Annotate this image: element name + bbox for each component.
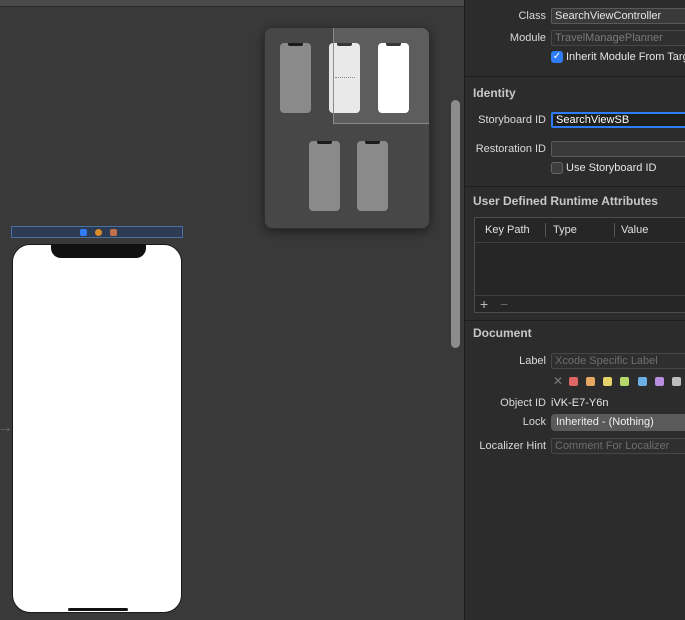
- module-row: Module TravelManagePlanner: [465, 30, 685, 48]
- doc-label-row: Label Xcode Specific Label: [465, 353, 685, 371]
- localizer-hint-label: Localizer Hint: [479, 440, 546, 452]
- localizer-hint-field[interactable]: Comment For Localizer: [551, 438, 685, 454]
- view-controller-scene[interactable]: [12, 244, 182, 613]
- use-storyboard-id-checkbox[interactable]: Use Storyboard ID: [551, 162, 656, 178]
- first-responder-icon[interactable]: [95, 229, 102, 236]
- view-controller-icon[interactable]: [80, 229, 87, 236]
- minimap-scene[interactable]: [280, 43, 311, 113]
- table-header: Key Path Type Value: [475, 218, 685, 243]
- localizer-hint-row: Localizer Hint Comment For Localizer: [465, 438, 685, 456]
- minimap-viewport[interactable]: [333, 28, 429, 124]
- minimap-scene[interactable]: [357, 141, 388, 211]
- restoration-id-field[interactable]: [551, 141, 685, 157]
- object-id-value: iVK-E7-Y6n: [551, 397, 609, 409]
- doc-label-field[interactable]: Xcode Specific Label: [551, 353, 685, 369]
- storyboard-id-label: Storyboard ID: [478, 114, 546, 126]
- section-divider: [465, 186, 685, 187]
- doc-label-label: Label: [519, 355, 546, 367]
- runtime-attributes-title: User Defined Runtime Attributes: [473, 194, 658, 208]
- restoration-id-row: Restoration ID: [465, 141, 685, 159]
- lock-row: Lock Inherited - (Nothing): [465, 414, 685, 432]
- use-storyboard-id-row: Use Storyboard ID: [465, 162, 685, 180]
- inherit-module-checkbox[interactable]: ✓ Inherit Module From Target: [551, 51, 685, 67]
- clear-label-icon[interactable]: ✕: [553, 374, 563, 388]
- object-id-label: Object ID: [500, 397, 546, 409]
- label-color-green[interactable]: [620, 377, 629, 386]
- device-notch: [51, 244, 146, 258]
- class-row: Class SearchViewController: [465, 8, 685, 26]
- use-storyboard-id-label: Use Storyboard ID: [566, 162, 657, 175]
- module-label: Module: [509, 32, 546, 44]
- label-color-blue[interactable]: [638, 377, 647, 386]
- home-indicator: [68, 608, 128, 611]
- identity-inspector: Class SearchViewController Module Travel…: [464, 0, 685, 620]
- label-color-red[interactable]: [569, 377, 578, 386]
- identity-section-title: Identity: [473, 86, 516, 100]
- exit-icon[interactable]: [110, 229, 117, 236]
- scene-dock[interactable]: [11, 226, 183, 238]
- arrow-right-icon: →: [0, 419, 13, 436]
- storyboard-id-row: Storyboard ID SearchViewSB: [465, 112, 685, 130]
- section-divider: [465, 76, 685, 77]
- restoration-id-label: Restoration ID: [475, 143, 546, 155]
- inherit-row: ✓ Inherit Module From Target: [465, 51, 685, 69]
- storyboard-id-field[interactable]: SearchViewSB: [551, 112, 685, 128]
- section-divider: [465, 320, 685, 321]
- label-color-purple[interactable]: [655, 377, 664, 386]
- storyboard-canvas[interactable]: →: [0, 0, 464, 620]
- storyboard-minimap[interactable]: [264, 27, 430, 229]
- checkbox-icon: [551, 162, 563, 175]
- canvas-top-bar: [0, 0, 464, 7]
- canvas-scrollbar[interactable]: [451, 100, 460, 348]
- checkmark-icon: ✓: [551, 51, 563, 64]
- module-field[interactable]: TravelManagePlanner: [551, 30, 685, 46]
- class-field[interactable]: SearchViewController: [551, 8, 685, 24]
- document-section-title: Document: [473, 326, 532, 340]
- runtime-attributes-table[interactable]: Key Path Type Value + −: [474, 217, 685, 313]
- label-color-orange[interactable]: [586, 377, 595, 386]
- add-attribute-button[interactable]: +: [480, 296, 488, 312]
- minimap-scene[interactable]: [309, 141, 340, 211]
- class-label: Class: [518, 10, 546, 22]
- table-footer: + −: [475, 295, 685, 313]
- lock-popup[interactable]: Inherited - (Nothing): [551, 414, 685, 431]
- object-id-row: Object ID iVK-E7-Y6n: [465, 395, 685, 413]
- remove-attribute-button[interactable]: −: [500, 296, 508, 312]
- inherit-module-label: Inherit Module From Target: [566, 51, 685, 64]
- lock-label: Lock: [522, 416, 546, 428]
- label-color-gray[interactable]: [672, 377, 681, 386]
- column-value[interactable]: Value: [621, 224, 648, 236]
- column-type[interactable]: Type: [553, 224, 577, 236]
- column-key-path[interactable]: Key Path: [485, 224, 530, 236]
- label-color-yellow[interactable]: [603, 377, 612, 386]
